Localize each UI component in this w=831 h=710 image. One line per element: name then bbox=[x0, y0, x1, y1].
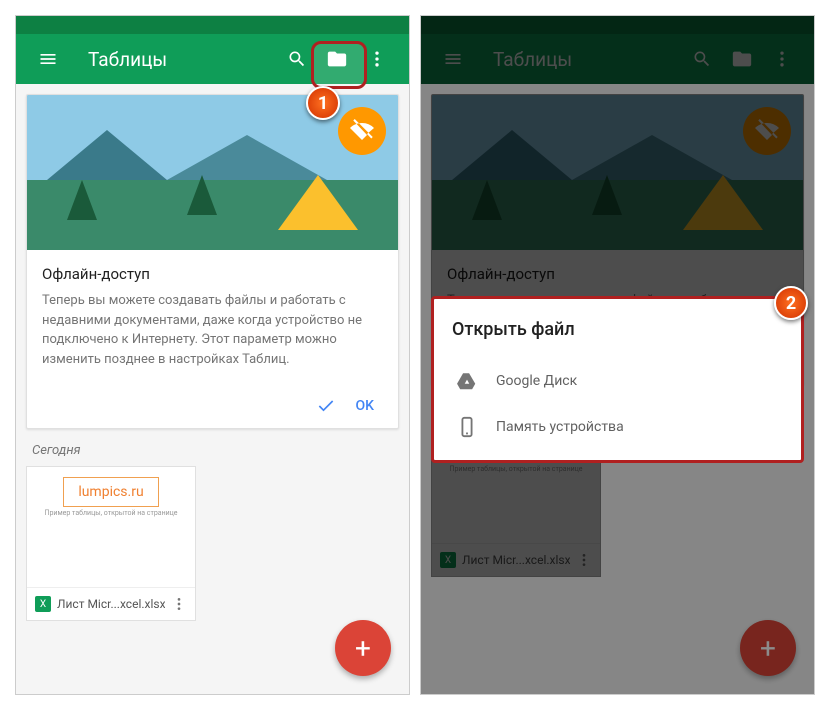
ok-button[interactable]: OK bbox=[344, 390, 387, 422]
phone-screen-right: Таблицы Офлайн-доступ Теперь вы мож bbox=[420, 15, 815, 695]
check-icon bbox=[316, 396, 336, 416]
section-today: Сегодня bbox=[26, 429, 399, 466]
card-illustration bbox=[27, 95, 398, 250]
open-file-dialog: Открыть файл Google Диск Память устройст… bbox=[431, 296, 804, 463]
sheets-file-icon: X bbox=[35, 596, 51, 612]
fab-add-button[interactable]: + bbox=[335, 620, 391, 676]
offline-card: Офлайн-доступ Теперь вы можете создавать… bbox=[26, 94, 399, 429]
content-area: Офлайн-доступ Теперь вы можете создавать… bbox=[16, 84, 409, 631]
card-text: Теперь вы можете создавать файлы и работ… bbox=[42, 291, 383, 369]
google-drive-icon bbox=[456, 370, 478, 392]
dialog-title: Открыть файл bbox=[452, 319, 783, 340]
dialog-item-google-drive[interactable]: Google Диск bbox=[452, 358, 783, 404]
phone-icon bbox=[456, 416, 478, 438]
dialog-item-label: Память устройства bbox=[496, 419, 624, 435]
dialog-item-device-storage[interactable]: Память устройства bbox=[452, 404, 783, 450]
file-thumbnail: lumpics.ru Пример таблицы, открытой на с… bbox=[27, 467, 195, 587]
dialog-item-label: Google Диск bbox=[496, 373, 577, 389]
card-title: Офлайн-доступ bbox=[42, 265, 383, 283]
status-bar bbox=[16, 16, 409, 34]
file-card[interactable]: lumpics.ru Пример таблицы, открытой на с… bbox=[26, 466, 196, 621]
file-more-icon[interactable] bbox=[171, 596, 187, 612]
file-name: Лист Micr...xcel.xlsx bbox=[57, 597, 165, 611]
thumb-title: lumpics.ru bbox=[63, 477, 158, 507]
menu-icon[interactable] bbox=[28, 39, 68, 79]
thumb-subtitle: Пример таблицы, открытой на странице bbox=[44, 509, 177, 517]
app-title: Таблицы bbox=[88, 48, 277, 71]
annotation-1: 1 bbox=[306, 86, 340, 120]
folder-button-highlight bbox=[311, 41, 367, 89]
annotation-2: 2 bbox=[774, 286, 808, 320]
offline-badge-icon bbox=[338, 107, 386, 155]
phone-screen-left: Таблицы 1 Офлайн-доступ Теперь bbox=[15, 15, 410, 695]
